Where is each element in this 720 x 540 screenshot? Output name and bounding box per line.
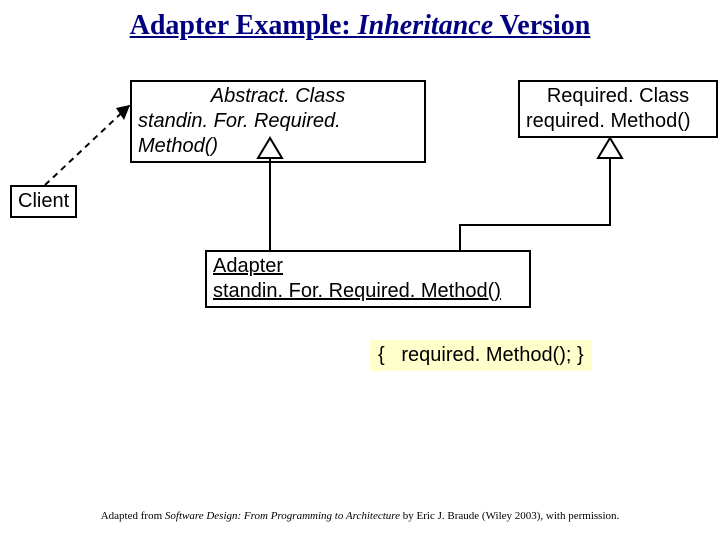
- note-body: required. Method(); }: [401, 344, 583, 366]
- note-box: { required. Method(); }: [370, 340, 592, 371]
- adapter-box: Adapter standin. For. Required. Method(): [205, 250, 531, 308]
- adapter-method: standin. For. Required. Method(): [213, 279, 523, 304]
- abstract-class-method: standin. For. Required. Method(): [138, 109, 418, 159]
- adapter-class-name: Adapter: [213, 254, 523, 279]
- adapter-to-required-line: [460, 158, 610, 250]
- slide-title: Adapter Example: Inheritance Version: [0, 10, 720, 42]
- client-box: Client: [10, 185, 77, 218]
- required-class-name: Required. Class: [526, 84, 710, 109]
- required-class-box: Required. Class required. Method(): [518, 80, 718, 138]
- title-part2: Inheritance: [358, 10, 493, 41]
- required-class-method: required. Method(): [526, 109, 710, 134]
- abstract-class-name: Abstract. Class: [138, 84, 418, 109]
- title-part3: Version: [493, 10, 590, 41]
- client-name: Client: [18, 189, 69, 214]
- required-generalization-arrowhead: [598, 138, 622, 158]
- citation-book: Software Design: From Programming to Arc…: [165, 510, 400, 522]
- title-part1: Adapter Example:: [130, 10, 358, 41]
- citation-post: by Eric J. Braude (Wiley 2003), with per…: [400, 510, 619, 522]
- abstract-class-box: Abstract. Class standin. For. Required. …: [130, 80, 426, 163]
- dependency-arrow: [45, 105, 130, 185]
- note-open-brace: {: [378, 344, 385, 366]
- citation-pre: Adapted from: [101, 510, 165, 522]
- citation: Adapted from Software Design: From Progr…: [0, 510, 720, 522]
